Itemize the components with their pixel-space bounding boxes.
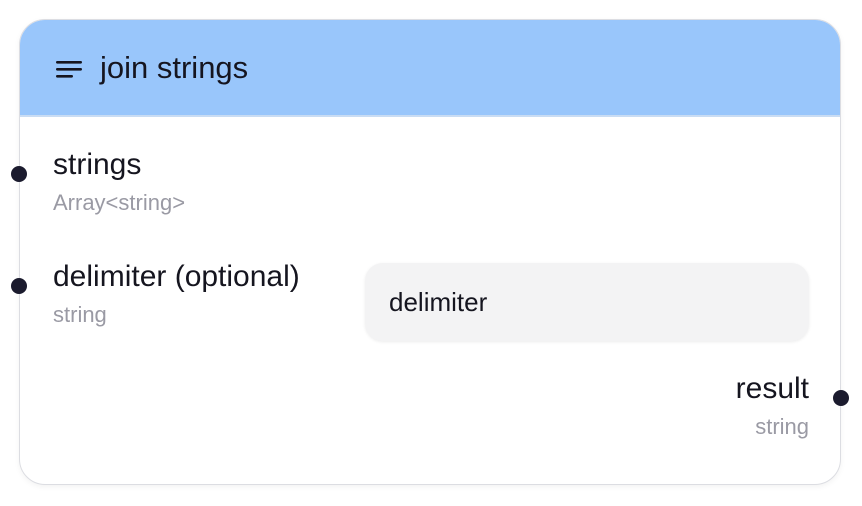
input-port-type-strings: Array<string> <box>53 190 186 215</box>
input-handle-strings[interactable] <box>11 166 27 182</box>
output-port-type-result: string <box>755 414 809 439</box>
output-port-label-result: result <box>735 372 809 405</box>
input-port-label-strings: strings <box>53 148 142 181</box>
node-header[interactable]: join strings <box>20 20 840 117</box>
menu-lines-icon <box>56 61 82 78</box>
input-handle-delimiter[interactable] <box>11 278 27 294</box>
input-port-label-delimiter: delimiter (optional) <box>53 260 300 293</box>
delimiter-input[interactable] <box>365 263 809 341</box>
node-title: join strings <box>100 50 249 85</box>
input-port-type-delimiter: string <box>53 302 107 327</box>
output-handle-result[interactable] <box>833 390 849 406</box>
join-strings-node[interactable]: join strings strings Array<string> delim… <box>19 19 841 485</box>
